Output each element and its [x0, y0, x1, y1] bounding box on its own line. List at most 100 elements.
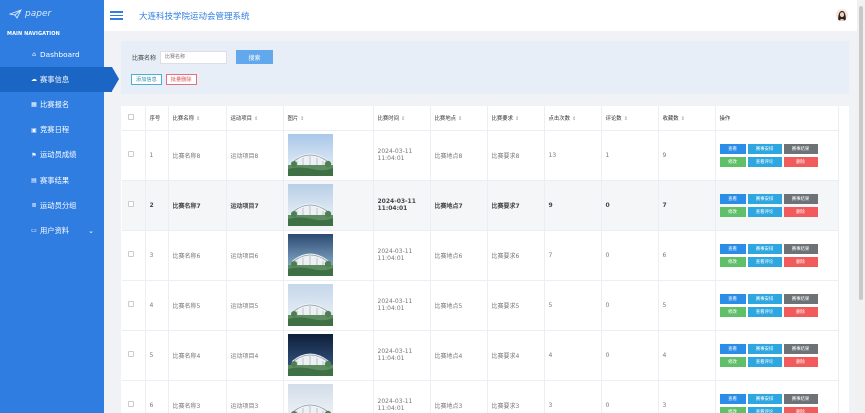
column-header[interactable]: 运动项目 ⇕ [226, 106, 284, 131]
view-button[interactable]: 查看 [719, 293, 746, 304]
view-comments-button[interactable]: 查看评论 [747, 256, 782, 267]
arrange-button[interactable]: 赛事安排 [747, 293, 782, 304]
menu-toggle-icon[interactable] [110, 11, 123, 20]
scrollbar-thumb[interactable] [859, 6, 863, 300]
favorite-count: 9 [658, 130, 716, 181]
sort-icon[interactable]: ⇕ [515, 116, 519, 122]
logo[interactable]: paper [0, 0, 104, 28]
table-row[interactable]: 2 比赛名称7 运动项目7 2024-03-11 11:04:01 比赛地点7 比赛要求7… [122, 180, 839, 231]
stadium-image[interactable] [287, 384, 333, 413]
edit-button[interactable]: 修改 [719, 156, 746, 167]
stadium-image[interactable] [287, 284, 333, 326]
column-header[interactable]: 比赛名称 ⇕ [168, 106, 227, 131]
sort-icon[interactable]: ⇕ [300, 116, 304, 122]
stadium-image[interactable] [287, 134, 333, 176]
view-button[interactable]: 查看 [719, 243, 746, 254]
competition-requirement: 比赛要求4 [487, 330, 545, 381]
row-checkbox[interactable] [128, 301, 134, 307]
comment-count: 0 [601, 380, 659, 413]
sidebar-item-8[interactable]: ▭ 用户资料 ⌄ [0, 218, 104, 243]
sidebar-item-7[interactable]: ≣ 运动员分组 [0, 193, 104, 218]
sidebar-item-label: Dashboard [40, 50, 80, 60]
result-button[interactable]: 赛事结果 [783, 143, 818, 154]
column-header[interactable]: 评论数 ⇕ [601, 106, 659, 131]
scrollbar[interactable] [857, 0, 865, 413]
row-checkbox[interactable] [128, 151, 134, 157]
sort-icon[interactable]: ⇕ [624, 116, 628, 122]
view-comments-button[interactable]: 查看评论 [747, 206, 782, 217]
sidebar-item-6[interactable]: ▤ 赛事结果 [0, 168, 104, 193]
batch-delete-button[interactable]: 批量删除 [165, 74, 197, 85]
sort-icon[interactable]: ⇕ [196, 116, 200, 122]
edit-button[interactable]: 修改 [719, 356, 746, 367]
competition-requirement: 比赛要求8 [487, 130, 545, 181]
view-comments-button[interactable]: 查看评论 [747, 356, 782, 367]
sort-icon[interactable]: ⇕ [458, 116, 462, 122]
search-button[interactable]: 搜索 [236, 50, 274, 64]
view-button[interactable]: 查看 [719, 393, 746, 404]
delete-button[interactable]: 删除 [783, 406, 818, 413]
sidebar-item-3[interactable]: ▦ 比赛报名 [0, 92, 104, 117]
chevron-down-icon[interactable]: ⌄ [88, 227, 94, 235]
edit-button[interactable]: 修改 [719, 206, 746, 217]
table-row[interactable]: 3 比赛名称6 运动项目6 2024-03-11 11:04:01 比赛地点6 比赛要求6… [122, 230, 839, 281]
table-row[interactable]: 6 比赛名称3 运动项目3 2024-03-11 11:04:01 比赛地点3 比赛要求3… [122, 380, 839, 413]
sort-icon[interactable]: ⇕ [681, 116, 685, 122]
view-button[interactable]: 查看 [719, 343, 746, 354]
result-button[interactable]: 赛事结果 [783, 243, 818, 254]
table-row[interactable]: 1 比赛名称8 运动项目8 2024-03-11 11:04:01 比赛地点8 比赛要求8… [122, 130, 839, 181]
delete-button[interactable]: 删除 [783, 306, 818, 317]
sort-icon[interactable]: ⇕ [401, 116, 405, 122]
column-header[interactable]: 比赛时间 ⇕ [373, 106, 431, 131]
select-all-checkbox[interactable] [128, 113, 134, 120]
row-checkbox[interactable] [128, 201, 134, 207]
avatar[interactable] [836, 9, 848, 21]
arrange-button[interactable]: 赛事安排 [747, 143, 782, 154]
edit-button[interactable]: 修改 [719, 256, 746, 267]
arrange-button[interactable]: 赛事安排 [747, 343, 782, 354]
arrange-button[interactable]: 赛事安排 [747, 193, 782, 204]
arrange-button[interactable]: 赛事安排 [747, 393, 782, 404]
delete-button[interactable]: 删除 [783, 356, 818, 367]
sidebar-item-1[interactable]: ⌂ Dashboard [0, 42, 104, 67]
sidebar-item-label: 运动员分组 [40, 200, 77, 210]
delete-button[interactable]: 删除 [783, 206, 818, 217]
search-input[interactable] [160, 50, 228, 64]
sort-icon[interactable]: ⇕ [254, 116, 258, 122]
sort-icon[interactable]: ⇕ [572, 116, 576, 122]
column-header[interactable]: 比赛要求 ⇕ [487, 106, 545, 131]
logo-text: paper [25, 9, 52, 19]
sidebar-item-4[interactable]: ▣ 竞赛日程 [0, 118, 104, 143]
result-button[interactable]: 赛事结果 [783, 343, 818, 354]
column-header[interactable]: 序号 [145, 106, 169, 131]
sidebar-item-2[interactable]: ☁ 赛事信息 [0, 67, 119, 93]
view-comments-button[interactable]: 查看评论 [747, 406, 782, 413]
table-row[interactable]: 5 比赛名称4 运动项目4 2024-03-11 11:04:01 比赛地点4 比赛要求4… [122, 330, 839, 381]
column-header[interactable]: 收藏数 ⇕ [658, 106, 716, 131]
view-comments-button[interactable]: 查看评论 [747, 156, 782, 167]
edit-button[interactable]: 修改 [719, 306, 746, 317]
view-button[interactable]: 查看 [719, 143, 746, 154]
view-comments-button[interactable]: 查看评论 [747, 306, 782, 317]
sidebar-item-5[interactable]: ⚑ 运动员成绩 [0, 143, 104, 168]
result-button[interactable]: 赛事结果 [783, 293, 818, 304]
add-button[interactable]: 添加信息 [131, 74, 162, 85]
arrange-button[interactable]: 赛事安排 [747, 243, 782, 254]
column-header[interactable]: 比赛地点 ⇕ [430, 106, 488, 131]
result-button[interactable]: 赛事结果 [783, 393, 818, 404]
table-row[interactable]: 4 比赛名称5 运动项目5 2024-03-11 11:04:01 比赛地点5 比赛要求5… [122, 280, 839, 331]
column-header[interactable]: 图片 ⇕ [283, 106, 374, 131]
stadium-image[interactable] [287, 184, 333, 226]
column-header[interactable]: 操作 [715, 106, 839, 131]
delete-button[interactable]: 删除 [783, 256, 818, 267]
edit-button[interactable]: 修改 [719, 406, 746, 413]
result-button[interactable]: 赛事结果 [783, 193, 818, 204]
row-checkbox[interactable] [128, 251, 134, 257]
delete-button[interactable]: 删除 [783, 156, 818, 167]
stadium-image[interactable] [287, 334, 333, 376]
column-header[interactable]: 点击次数 ⇕ [544, 106, 602, 131]
stadium-image[interactable] [287, 234, 333, 276]
row-checkbox[interactable] [128, 351, 134, 357]
view-button[interactable]: 查看 [719, 193, 746, 204]
row-checkbox[interactable] [128, 401, 134, 407]
